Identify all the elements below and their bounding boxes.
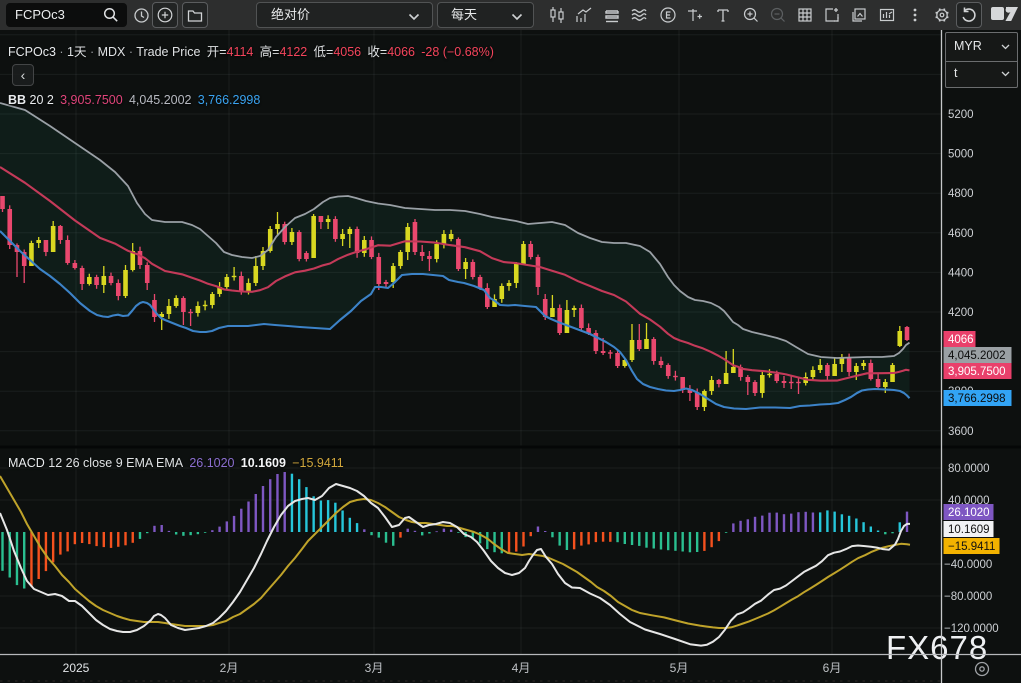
svg-text:3,766.2998: 3,766.2998 [948,393,1006,405]
svg-text:2025: 2025 [63,661,90,675]
svg-text:80.0000: 80.0000 [948,463,990,475]
svg-text:−80.0000: −80.0000 [944,591,992,603]
svg-text:4800: 4800 [948,188,974,200]
svg-text:3600: 3600 [948,426,974,438]
svg-text:−120.0000: −120.0000 [944,623,999,635]
svg-text:−15.9411: −15.9411 [948,541,995,553]
svg-text:2月: 2月 [220,661,239,675]
svg-text:3,905.7500: 3,905.7500 [948,366,1006,378]
svg-text:4200: 4200 [948,307,974,319]
svg-text:26.1020: 26.1020 [948,507,990,519]
svg-text:4066: 4066 [948,334,974,346]
svg-text:3月: 3月 [365,661,384,675]
svg-text:4月: 4月 [512,661,531,675]
svg-text:6月: 6月 [823,661,842,675]
svg-text:5月: 5月 [670,661,689,675]
svg-text:4,045.2002: 4,045.2002 [948,350,1006,362]
svg-text:5200: 5200 [948,109,974,121]
svg-text:4400: 4400 [948,267,974,279]
svg-text:10.1609: 10.1609 [948,524,990,536]
svg-text:−40.0000: −40.0000 [944,559,992,571]
svg-text:5000: 5000 [948,149,974,161]
svg-text:4600: 4600 [948,228,974,240]
